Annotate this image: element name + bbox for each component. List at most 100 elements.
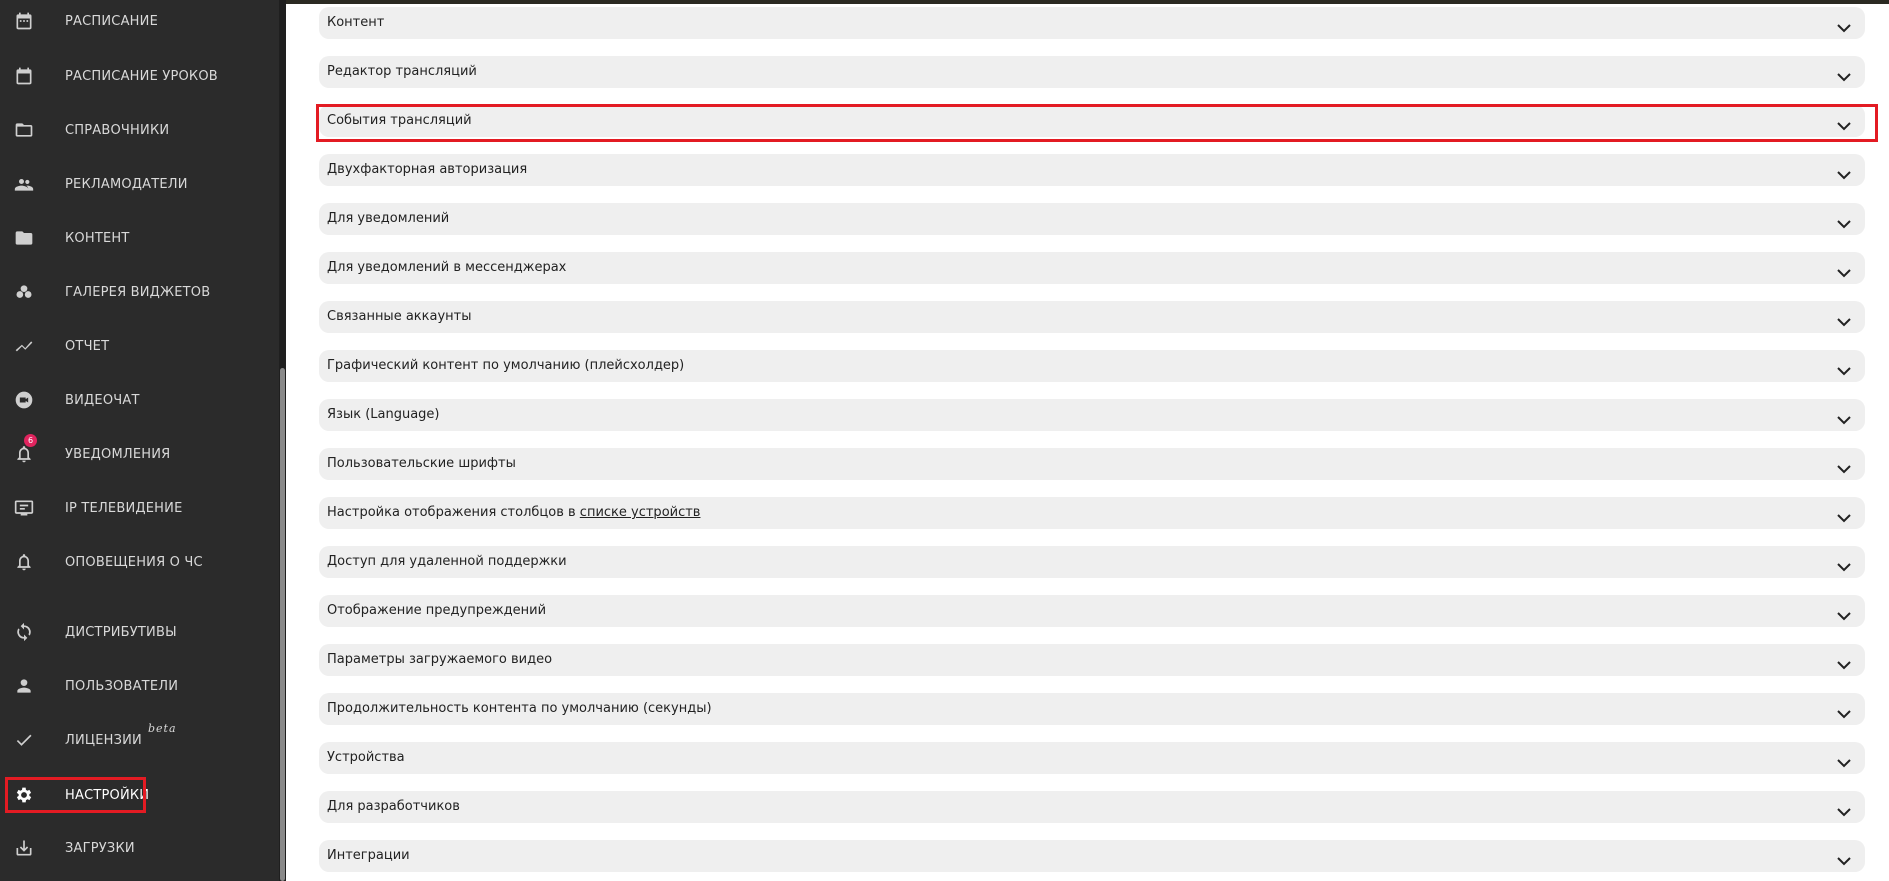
folder-icon — [13, 227, 35, 249]
alert-bell-icon — [13, 551, 35, 573]
sidebar-item-users[interactable]: ПОЛЬЗОВАТЕЛИ — [0, 666, 279, 706]
section-label: Контент — [327, 15, 385, 30]
video-chat-icon — [13, 389, 35, 411]
settings-section-stream-events[interactable]: События трансляций — [319, 105, 1865, 137]
settings-section-developers[interactable]: Для разработчиков — [319, 791, 1865, 823]
sidebar-item-advertisers[interactable]: РЕКЛАМОДАТЕЛИ — [0, 164, 279, 204]
sidebar-item-schedule[interactable]: РАСПИСАНИЕ — [0, 1, 279, 41]
section-label: События трансляций — [327, 113, 472, 128]
sidebar-item-label: ГАЛЕРЕЯ ВИДЖЕТОВ — [65, 284, 211, 300]
tv-icon — [13, 497, 35, 519]
chevron-down-icon — [1837, 67, 1851, 82]
sidebar-item-notifications[interactable]: УВЕДОМЛЕНИЯ — [0, 434, 279, 474]
sidebar-item-label: УВЕДОМЛЕНИЯ — [65, 446, 171, 462]
sidebar-item-label: ЛИЦЕНЗИИ — [65, 732, 142, 748]
sidebar-item-label: КОНТЕНТ — [65, 230, 130, 246]
settings-section-language[interactable]: Язык (Language) — [319, 399, 1865, 431]
chevron-down-icon — [1837, 459, 1851, 474]
notification-count-badge: 6 — [24, 434, 37, 447]
section-label: Для уведомлений в мессенджерах — [327, 260, 567, 275]
user-icon — [13, 675, 35, 697]
chevron-down-icon — [1837, 312, 1851, 327]
sidebar-item-video-chat[interactable]: ВИДЕОЧАТ — [0, 380, 279, 420]
sidebar-item-label: ВИДЕОЧАТ — [65, 392, 140, 408]
settings-section-default-duration[interactable]: Продолжительность контента по умолчанию … — [319, 693, 1865, 725]
sidebar-scrollbar-thumb[interactable] — [280, 368, 285, 881]
people-icon — [13, 173, 35, 195]
section-label: Двухфакторная авторизация — [327, 162, 528, 177]
section-label: Параметры загружаемого видео — [327, 652, 553, 667]
settings-section-warnings-display[interactable]: Отображение предупреждений — [319, 595, 1865, 627]
sidebar-item-distributions[interactable]: ДИСТРИБУТИВЫ — [0, 612, 279, 652]
chevron-down-icon — [1837, 165, 1851, 180]
trend-icon — [13, 335, 35, 357]
section-label: Пользовательские шрифты — [327, 456, 516, 471]
settings-section-notifications[interactable]: Для уведомлений — [319, 203, 1865, 235]
chevron-down-icon — [1837, 851, 1851, 866]
sidebar: РАСПИСАНИЕ РАСПИСАНИЕ УРОКОВ СПРАВОЧНИКИ… — [0, 0, 286, 881]
sidebar-item-label: IP ТЕЛЕВИДЕНИЕ — [65, 500, 183, 516]
sync-icon — [13, 621, 35, 643]
section-label: Устройства — [327, 750, 405, 765]
section-label: Для уведомлений — [327, 211, 450, 226]
settings-section-integrations[interactable]: Интеграции — [319, 840, 1865, 872]
settings-panel: Контент Редактор трансляций События тран… — [286, 0, 1889, 881]
settings-section-linked-accounts[interactable]: Связанные аккаунты — [319, 301, 1865, 333]
device-list-link[interactable]: списке устройств — [580, 505, 701, 520]
chevron-down-icon — [1837, 753, 1851, 768]
beta-tag: beta — [148, 722, 177, 735]
chevron-down-icon — [1837, 704, 1851, 719]
widgets-icon — [13, 281, 35, 303]
sidebar-item-label: ОПОВЕЩЕНИЯ О ЧС — [65, 554, 203, 570]
settings-section-content[interactable]: Контент — [319, 7, 1865, 39]
sidebar-item-content[interactable]: КОНТЕНТ — [0, 218, 279, 258]
section-label: Настройка отображения столбцов в списке … — [327, 505, 700, 520]
settings-section-default-placeholder[interactable]: Графический контент по умолчанию (плейсх… — [319, 350, 1865, 382]
sidebar-item-widget-gallery[interactable]: ГАЛЕРЕЯ ВИДЖЕТОВ — [0, 272, 279, 312]
settings-section-messenger-notifications[interactable]: Для уведомлений в мессенджерах — [319, 252, 1865, 284]
settings-section-two-factor-auth[interactable]: Двухфакторная авторизация — [319, 154, 1865, 186]
sidebar-item-licenses[interactable]: ЛИЦЕНЗИИ — [0, 720, 279, 760]
chevron-down-icon — [1837, 263, 1851, 278]
sidebar-item-label: РАСПИСАНИЕ УРОКОВ — [65, 68, 218, 84]
settings-section-upload-video-params[interactable]: Параметры загружаемого видео — [319, 644, 1865, 676]
section-label-text: Настройка отображения столбцов в — [327, 505, 576, 520]
settings-section-device-columns[interactable]: Настройка отображения столбцов в списке … — [319, 497, 1865, 529]
sidebar-item-label: СПРАВОЧНИКИ — [65, 122, 170, 138]
sidebar-item-label: РАСПИСАНИЕ — [65, 13, 158, 29]
settings-section-stream-editor[interactable]: Редактор трансляций — [319, 56, 1865, 88]
section-label: Интеграции — [327, 848, 410, 863]
calendar-blank-icon — [13, 65, 35, 87]
section-label: Связанные аккаунты — [327, 309, 472, 324]
chevron-down-icon — [1837, 557, 1851, 572]
section-label: Редактор трансляций — [327, 64, 477, 79]
section-label: Для разработчиков — [327, 799, 460, 814]
check-icon — [13, 729, 35, 751]
section-label: Отображение предупреждений — [327, 603, 547, 618]
section-label: Продолжительность контента по умолчанию … — [327, 701, 712, 716]
settings-section-custom-fonts[interactable]: Пользовательские шрифты — [319, 448, 1865, 480]
settings-section-remote-support[interactable]: Доступ для удаленной поддержки — [319, 546, 1865, 578]
sidebar-item-label: ОТЧЕТ — [65, 338, 110, 354]
section-label: Графический контент по умолчанию (плейсх… — [327, 358, 685, 373]
settings-highlight-box — [5, 777, 146, 813]
sidebar-item-lesson-schedule[interactable]: РАСПИСАНИЕ УРОКОВ — [0, 56, 279, 96]
sidebar-item-ip-tv[interactable]: IP ТЕЛЕВИДЕНИЕ — [0, 488, 279, 528]
sidebar-item-label: ПОЛЬЗОВАТЕЛИ — [65, 678, 179, 694]
chevron-down-icon — [1837, 655, 1851, 670]
chevron-down-icon — [1837, 606, 1851, 621]
chevron-down-icon — [1837, 116, 1851, 131]
sidebar-item-label: ДИСТРИБУТИВЫ — [65, 624, 177, 640]
sidebar-item-emergency-alerts[interactable]: ОПОВЕЩЕНИЯ О ЧС — [0, 542, 279, 582]
sidebar-item-directories[interactable]: СПРАВОЧНИКИ — [0, 110, 279, 150]
chevron-down-icon — [1837, 214, 1851, 229]
settings-section-devices[interactable]: Устройства — [319, 742, 1865, 774]
chevron-down-icon — [1837, 508, 1851, 523]
download-icon — [13, 837, 35, 859]
chevron-down-icon — [1837, 361, 1851, 376]
chevron-down-icon — [1837, 410, 1851, 425]
sidebar-item-report[interactable]: ОТЧЕТ — [0, 326, 279, 366]
sidebar-item-downloads[interactable]: ЗАГРУЗКИ — [0, 828, 279, 868]
section-label: Доступ для удаленной поддержки — [327, 554, 567, 569]
calendar-icon — [13, 10, 35, 32]
